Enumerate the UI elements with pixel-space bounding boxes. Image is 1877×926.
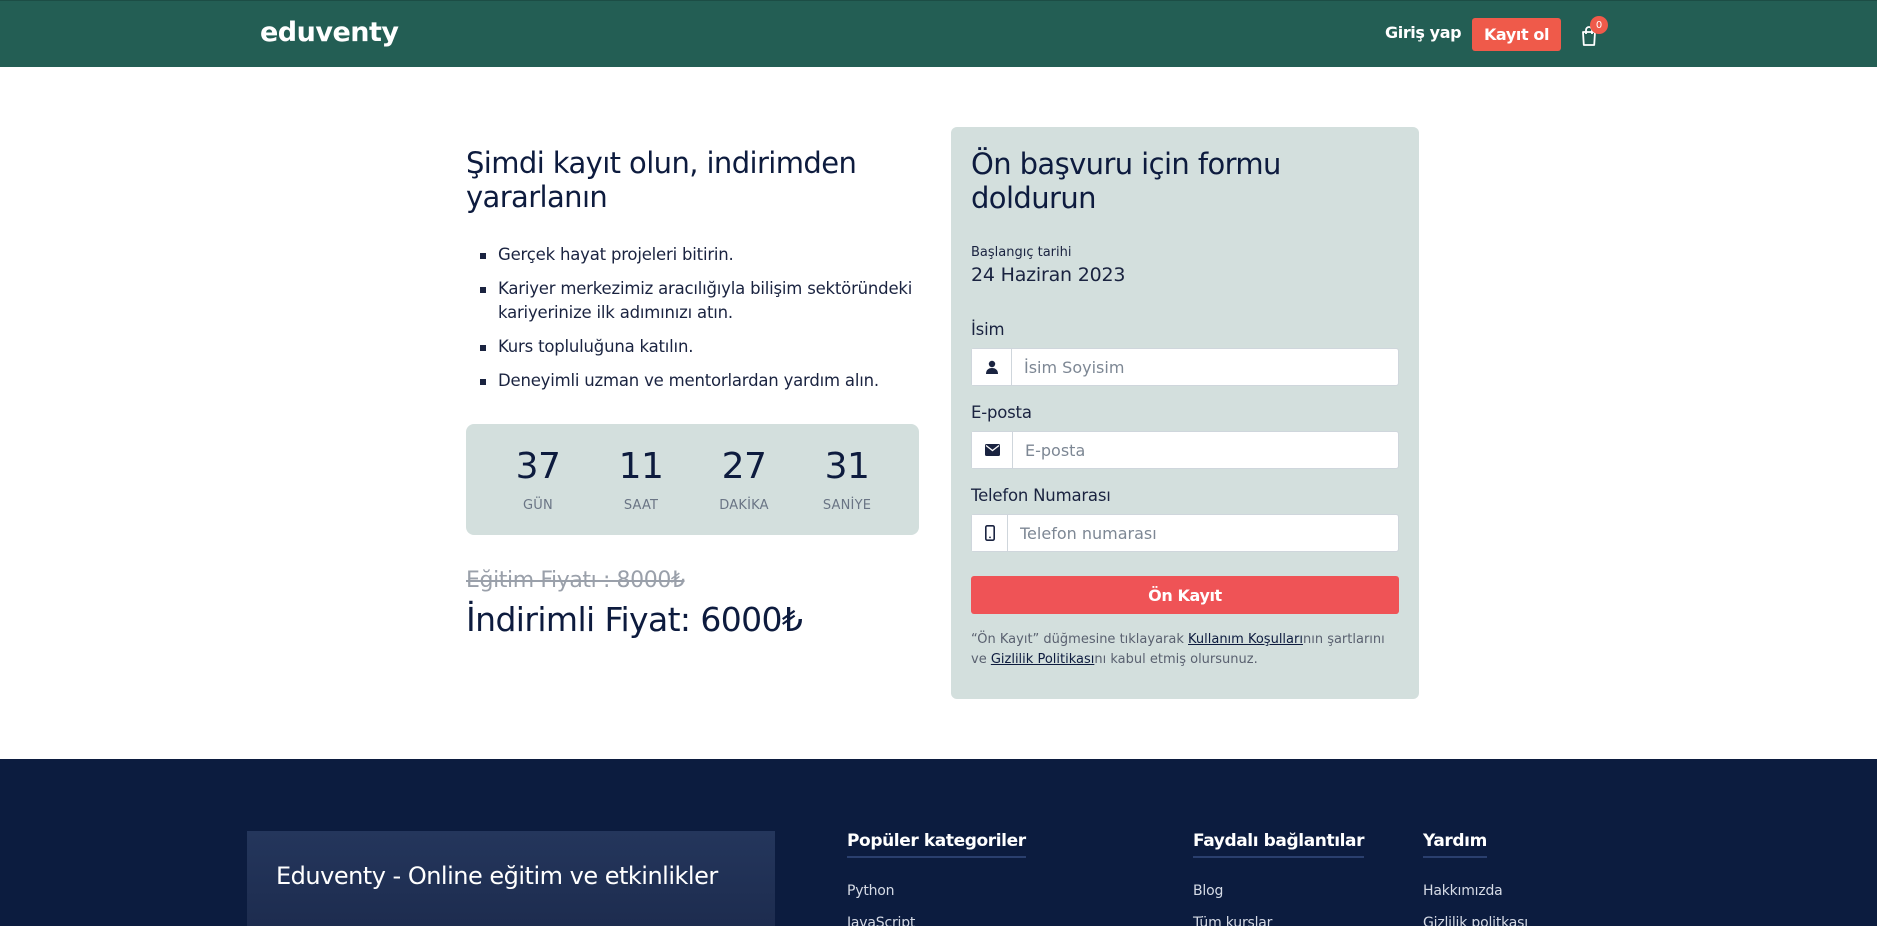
footer-link[interactable]: Hakkımızda: [1423, 875, 1528, 907]
phone-input-group: [971, 514, 1399, 552]
countdown-hours: 11 SAAT: [590, 424, 693, 535]
footer-column-useful-links: Faydalı bağlantılar Blog Tüm kurslar: [1193, 831, 1365, 926]
form-title: Ön başvuru için formu doldurun: [971, 147, 1281, 215]
feature-item: Deneyimli uzman ve mentorlardan yardım a…: [480, 369, 920, 393]
start-date-value: 24 Haziran 2023: [971, 264, 1126, 286]
footer-link[interactable]: Tüm kurslar: [1193, 907, 1364, 926]
name-input-group: [971, 348, 1399, 386]
countdown-seconds: 31 SANİYE: [796, 424, 899, 535]
preregistration-form: Ön başvuru için formu doldurun Başlangıç…: [951, 127, 1419, 699]
start-date-label: Başlangıç tarihi: [971, 245, 1072, 260]
footer: Eduventy - Online eğitim ve etkinlikler …: [0, 759, 1877, 926]
privacy-policy-link[interactable]: Gizlilik Politikası: [991, 652, 1095, 667]
countdown-label: SANİYE: [822, 498, 872, 513]
countdown-minutes: 27 DAKİKA: [693, 424, 796, 535]
preregister-button[interactable]: Ön Kayıt: [971, 576, 1399, 614]
countdown-value: 37: [515, 446, 561, 487]
footer-link[interactable]: Blog: [1193, 875, 1364, 907]
discounted-price: İndirimli Fiyat: 6000₺: [466, 600, 803, 639]
name-label: İsim: [971, 320, 1005, 339]
email-input[interactable]: [1013, 432, 1398, 468]
footer-link[interactable]: JavaScript: [847, 907, 1026, 926]
promo-title: Şimdi kayıt olun, indirimden yararlanın: [466, 146, 857, 214]
user-icon: [972, 349, 1012, 385]
footer-column-title: Popüler kategoriler: [847, 831, 1026, 858]
countdown-label: GÜN: [523, 498, 553, 513]
phone-label: Telefon Numarası: [971, 486, 1111, 505]
feature-item: Kurs topluluğuna katılın.: [480, 335, 920, 359]
countdown-value: 27: [721, 446, 767, 487]
footer-column-title: Faydalı bağlantılar: [1193, 831, 1365, 858]
email-input-group: [971, 431, 1399, 469]
feature-item: Gerçek hayat projeleri bitirin.: [480, 243, 920, 267]
countdown-value: 31: [824, 446, 870, 487]
cart-count-badge: 0: [1590, 16, 1608, 34]
countdown-days: 37 GÜN: [487, 424, 590, 535]
countdown-label: DAKİKA: [719, 498, 769, 513]
footer-brand-box: Eduventy - Online eğitim ve etkinlikler: [247, 831, 775, 926]
footer-link[interactable]: Python: [847, 875, 1026, 907]
footer-column-title: Yardım: [1423, 831, 1487, 858]
original-price: Eğitim Fiyatı : 8000₺: [466, 568, 685, 593]
terms-notice: “Ön Kayıt” düğmesine tıklayarak Kullanım…: [971, 630, 1401, 670]
feature-list: Gerçek hayat projeleri bitirin. Kariyer …: [480, 243, 920, 403]
countdown-label: SAAT: [623, 498, 659, 513]
envelope-icon: [972, 432, 1013, 468]
footer-brand-title: Eduventy - Online eğitim ve etkinlikler: [276, 862, 718, 890]
phone-input[interactable]: [1008, 515, 1398, 551]
signup-button[interactable]: Kayıt ol: [1472, 18, 1561, 51]
login-link[interactable]: Giriş yap: [1385, 23, 1462, 42]
top-navbar: eduventy Giriş yap Kayıt ol 0: [0, 0, 1877, 67]
countdown-timer: 37 GÜN 11 SAAT 27 DAKİKA 31 SANİYE: [466, 424, 919, 535]
terms-of-use-link[interactable]: Kullanım Koşulları: [1188, 632, 1303, 647]
footer-column-help: Yardım Hakkımızda Gizlilik politkası: [1423, 831, 1528, 926]
logo[interactable]: eduventy: [260, 17, 399, 48]
mobile-phone-icon: [972, 515, 1008, 551]
email-label: E-posta: [971, 403, 1032, 422]
countdown-value: 11: [618, 446, 664, 487]
feature-item: Kariyer merkezimiz aracılığıyla bilişim …: [480, 277, 920, 325]
name-input[interactable]: [1012, 349, 1398, 385]
footer-column-categories: Popüler kategoriler Python JavaScript: [847, 831, 1026, 926]
terms-text: nı kabul etmiş olursunuz.: [1094, 652, 1258, 667]
footer-link[interactable]: Gizlilik politkası: [1423, 907, 1528, 926]
terms-text: “Ön Kayıt” düğmesine tıklayarak: [971, 632, 1189, 647]
